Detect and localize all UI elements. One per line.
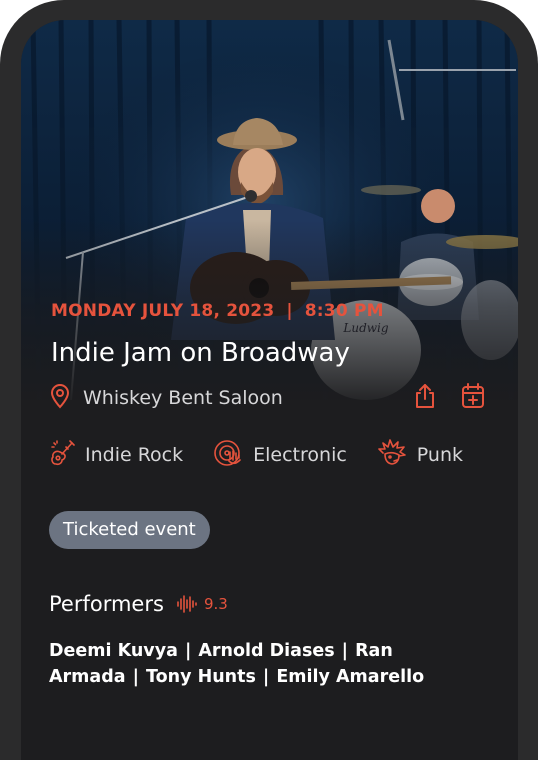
event-date: MONDAY JULY 18, 2023 [51,301,275,321]
performers-header: Performers 9.3 [49,592,228,616]
ticketed-event-badge: Ticketed event [49,511,210,549]
performer-separator: | [262,667,270,687]
venue-row[interactable]: Whiskey Bent Saloon [49,384,283,412]
performer-separator: | [341,641,349,661]
sound-wave-icon [176,595,198,613]
genre-label: Indie Rock [85,444,184,466]
punk-icon [377,439,407,471]
performer-link[interactable]: Arnold Diases [198,641,334,661]
genre-punk[interactable]: Punk [377,439,463,471]
location-pin-icon [49,383,71,413]
share-icon[interactable] [411,382,439,410]
genre-label: Punk [416,444,464,466]
performer-link[interactable]: Deemi Kuvya [49,641,178,661]
genre-label: Electronic [253,444,347,466]
vinyl-hand-icon [213,439,243,471]
performer-separator: | [132,667,139,687]
performer-link[interactable]: Emily Amarello [276,667,424,687]
date-separator: | [286,301,293,321]
event-date-time: MONDAY JULY 18, 2023 | 8:30 PM [51,301,384,321]
performers-title: Performers [49,592,164,616]
venue-name[interactable]: Whiskey Bent Saloon [83,387,283,409]
performers-list: Deemi Kuvya | Arnold Diases | Ran Armada | Ton… [49,638,499,690]
add-to-calendar-icon[interactable] [459,382,487,410]
genre-list: Indie Rock Electronic Punk [49,439,493,471]
event-time: 8:30 PM [304,301,384,321]
performers-score: 9.3 [203,595,228,613]
performer-link[interactable]: Tony Hunts [146,667,256,687]
genre-indie-rock[interactable]: Indie Rock [49,439,183,471]
event-detail-screen: Ludwig [21,20,518,760]
genre-electronic[interactable]: Electronic [213,439,347,471]
guitar-icon [49,439,75,471]
device-frame: Ludwig [0,0,538,760]
event-title: Indie Jam on Broadway [51,338,350,368]
performer-separator: | [184,641,192,661]
